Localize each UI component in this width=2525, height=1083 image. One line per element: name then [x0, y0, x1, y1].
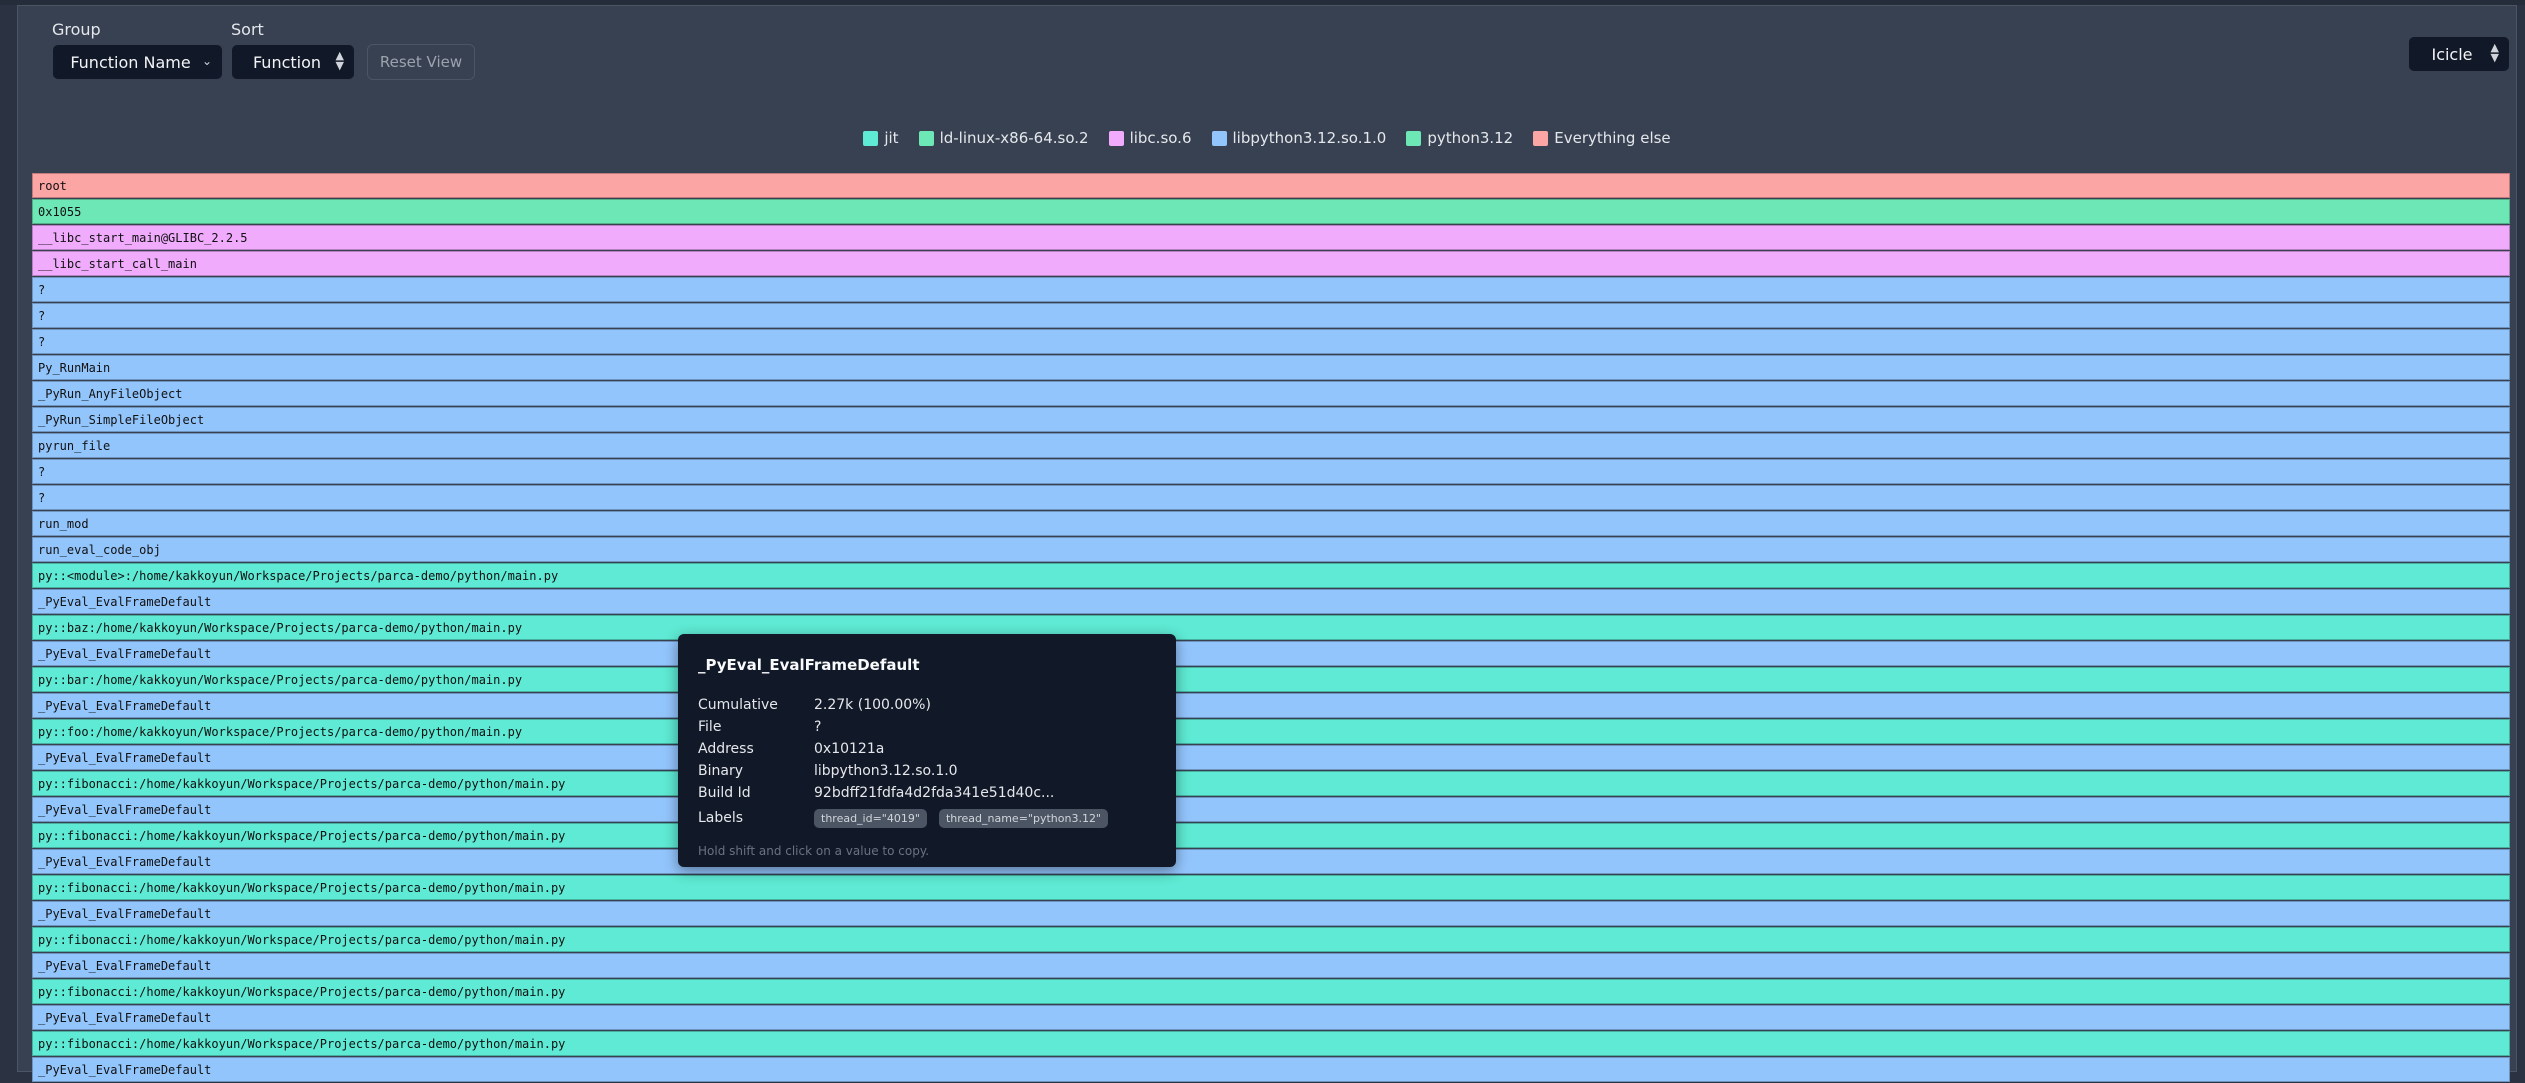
tooltip-key: Build Id	[698, 785, 751, 801]
flame-frame[interactable]: _PyEval_EvalFrameDefault	[32, 641, 2510, 666]
flame-frame[interactable]: _PyEval_EvalFrameDefault	[32, 589, 2510, 614]
tooltip-row: File?	[698, 716, 1156, 738]
legend-item[interactable]: python3.12	[1406, 129, 1513, 147]
sort-select[interactable]: Function ▲ ▼	[231, 44, 355, 80]
legend-label: python3.12	[1427, 129, 1514, 147]
legend-swatch	[1406, 130, 1422, 146]
flame-frame[interactable]: py::fibonacci:/home/kakkoyun/Workspace/P…	[32, 771, 2510, 796]
legend-swatch	[918, 130, 934, 146]
chevron-updown-icon: ▲ ▼	[335, 49, 344, 72]
sort-label: Sort	[231, 20, 264, 39]
tooltip-row: Build Id 92bdff21fdfa4d2fda341e51d40c...	[698, 782, 1156, 804]
legend-label: ld-linux-x86-64.so.2	[939, 129, 1089, 147]
sort-select-value: Function	[252, 52, 322, 72]
tooltip-hint: Hold shift and click on a value to copy.	[698, 844, 930, 858]
tooltip-key: Binary	[698, 763, 743, 779]
flame-frame[interactable]: __libc_start_call_main	[32, 251, 2510, 276]
tooltip-value[interactable]: 0x10121a	[814, 741, 884, 757]
legend: jit ld-linux-x86-64.so.2 libc.so.6 libpytho…	[18, 129, 2516, 147]
legend-item[interactable]: Everything else	[1533, 129, 1671, 147]
flame-frame[interactable]: run_eval_code_obj	[32, 537, 2510, 562]
tooltip-row: Address 0x10121a	[698, 738, 1156, 760]
flame-frame[interactable]: root	[32, 173, 2510, 198]
flame-frame[interactable]: py::fibonacci:/home/kakkoyun/Workspace/P…	[32, 979, 2510, 1004]
flame-frame[interactable]: _PyEval_EvalFrameDefault	[32, 849, 2510, 874]
flame-frame[interactable]: py::fibonacci:/home/kakkoyun/Workspace/P…	[32, 875, 2510, 900]
icicle-graph: root 0x1055 __libc_start_main@GLIBC_2.2.5 _…	[32, 173, 2510, 1083]
tooltip-value[interactable]: 2.27k (100.00%)	[814, 697, 931, 713]
tooltip-row: Cumulative 2.27k (100.00%)	[698, 694, 1156, 716]
tooltip-key: File	[698, 719, 722, 735]
tooltip-key: Cumulative	[698, 697, 778, 713]
flame-frame[interactable]: ?	[32, 303, 2510, 328]
legend-item[interactable]: libpython3.12.so.1.0	[1211, 129, 1387, 147]
flame-frame[interactable]: ?	[32, 459, 2510, 484]
flame-frame[interactable]: _PyEval_EvalFrameDefault	[32, 1005, 2510, 1030]
flame-frame[interactable]: _PyEval_EvalFrameDefault	[32, 693, 2510, 718]
reset-view-button[interactable]: Reset View	[367, 44, 475, 80]
legend-item[interactable]: jit	[863, 129, 899, 147]
flame-frame[interactable]: py::baz:/home/kakkoyun/Workspace/Project…	[32, 615, 2510, 640]
flame-frame[interactable]: __libc_start_main@GLIBC_2.2.5	[32, 225, 2510, 250]
flame-frame[interactable]: ?	[32, 485, 2510, 510]
legend-swatch	[1211, 130, 1227, 146]
flame-frame[interactable]: pyrun_file	[32, 433, 2510, 458]
flame-frame[interactable]: run_mod	[32, 511, 2510, 536]
flame-frame[interactable]: _PyEval_EvalFrameDefault	[32, 953, 2510, 978]
flame-frame[interactable]: py::fibonacci:/home/kakkoyun/Workspace/P…	[32, 823, 2510, 848]
flame-frame[interactable]: ?	[32, 329, 2510, 354]
flame-frame[interactable]: py::bar:/home/kakkoyun/Workspace/Project…	[32, 667, 2510, 692]
legend-label: libc.so.6	[1129, 129, 1192, 147]
legend-swatch	[863, 130, 879, 146]
flame-frame[interactable]: ?	[32, 277, 2510, 302]
flame-frame[interactable]: _PyRun_SimpleFileObject	[32, 407, 2510, 432]
label-chip[interactable]: thread_name="python3.12"	[938, 808, 1108, 828]
chevron-down-icon: ⌄	[201, 54, 212, 68]
flame-frame[interactable]: 0x1055	[32, 199, 2510, 224]
tooltip-value[interactable]: libpython3.12.so.1.0	[814, 763, 958, 779]
frame-tooltip: _PyEval_EvalFrameDefault Cumulative 2.27k…	[678, 634, 1176, 867]
view-mode-value: Icicle	[2431, 44, 2473, 64]
chevron-updown-icon: ▲ ▼	[2490, 41, 2499, 64]
tooltip-value[interactable]: ?	[814, 719, 821, 735]
legend-item[interactable]: libc.so.6	[1108, 129, 1192, 147]
tooltip-row: Binary libpython3.12.so.1.0	[698, 760, 1156, 782]
tooltip-key: Labels	[698, 810, 744, 826]
group-select[interactable]: Function Name ⌄	[52, 44, 223, 80]
flame-frame[interactable]: py::fibonacci:/home/kakkoyun/Workspace/P…	[32, 927, 2510, 952]
flame-frame[interactable]: _PyEval_EvalFrameDefault	[32, 745, 2510, 770]
legend-item[interactable]: ld-linux-x86-64.so.2	[918, 129, 1089, 147]
flame-frame[interactable]: py::<module>:/home/kakkoyun/Workspace/Pr…	[32, 563, 2510, 588]
label-chip[interactable]: thread_id="4019"	[814, 808, 927, 828]
flame-frame[interactable]: Py_RunMain	[32, 355, 2510, 380]
legend-label: jit	[884, 129, 899, 147]
legend-label: Everything else	[1554, 129, 1671, 147]
flame-frame[interactable]: _PyEval_EvalFrameDefault	[32, 1057, 2510, 1082]
view-mode-select[interactable]: Icicle ▲ ▼	[2408, 36, 2510, 72]
flame-frame[interactable]: _PyRun_AnyFileObject	[32, 381, 2510, 406]
tooltip-key: Address	[698, 741, 754, 757]
tooltip-title: _PyEval_EvalFrameDefault	[698, 656, 920, 674]
flame-frame[interactable]: py::foo:/home/kakkoyun/Workspace/Project…	[32, 719, 2510, 744]
group-select-value: Function Name	[70, 52, 191, 72]
legend-label: libpython3.12.so.1.0	[1232, 129, 1387, 147]
flame-frame[interactable]: _PyEval_EvalFrameDefault	[32, 797, 2510, 822]
legend-swatch	[1108, 130, 1124, 146]
legend-swatch	[1533, 130, 1549, 146]
group-label: Group	[52, 20, 101, 39]
flame-frame[interactable]: py::fibonacci:/home/kakkoyun/Workspace/P…	[32, 1031, 2510, 1056]
flame-frame[interactable]: _PyEval_EvalFrameDefault	[32, 901, 2510, 926]
tooltip-value[interactable]: 92bdff21fdfa4d2fda341e51d40c...	[814, 785, 1054, 801]
tooltip-labels-row: Labels thread_id="4019" thread_name="pyt…	[698, 804, 1156, 832]
